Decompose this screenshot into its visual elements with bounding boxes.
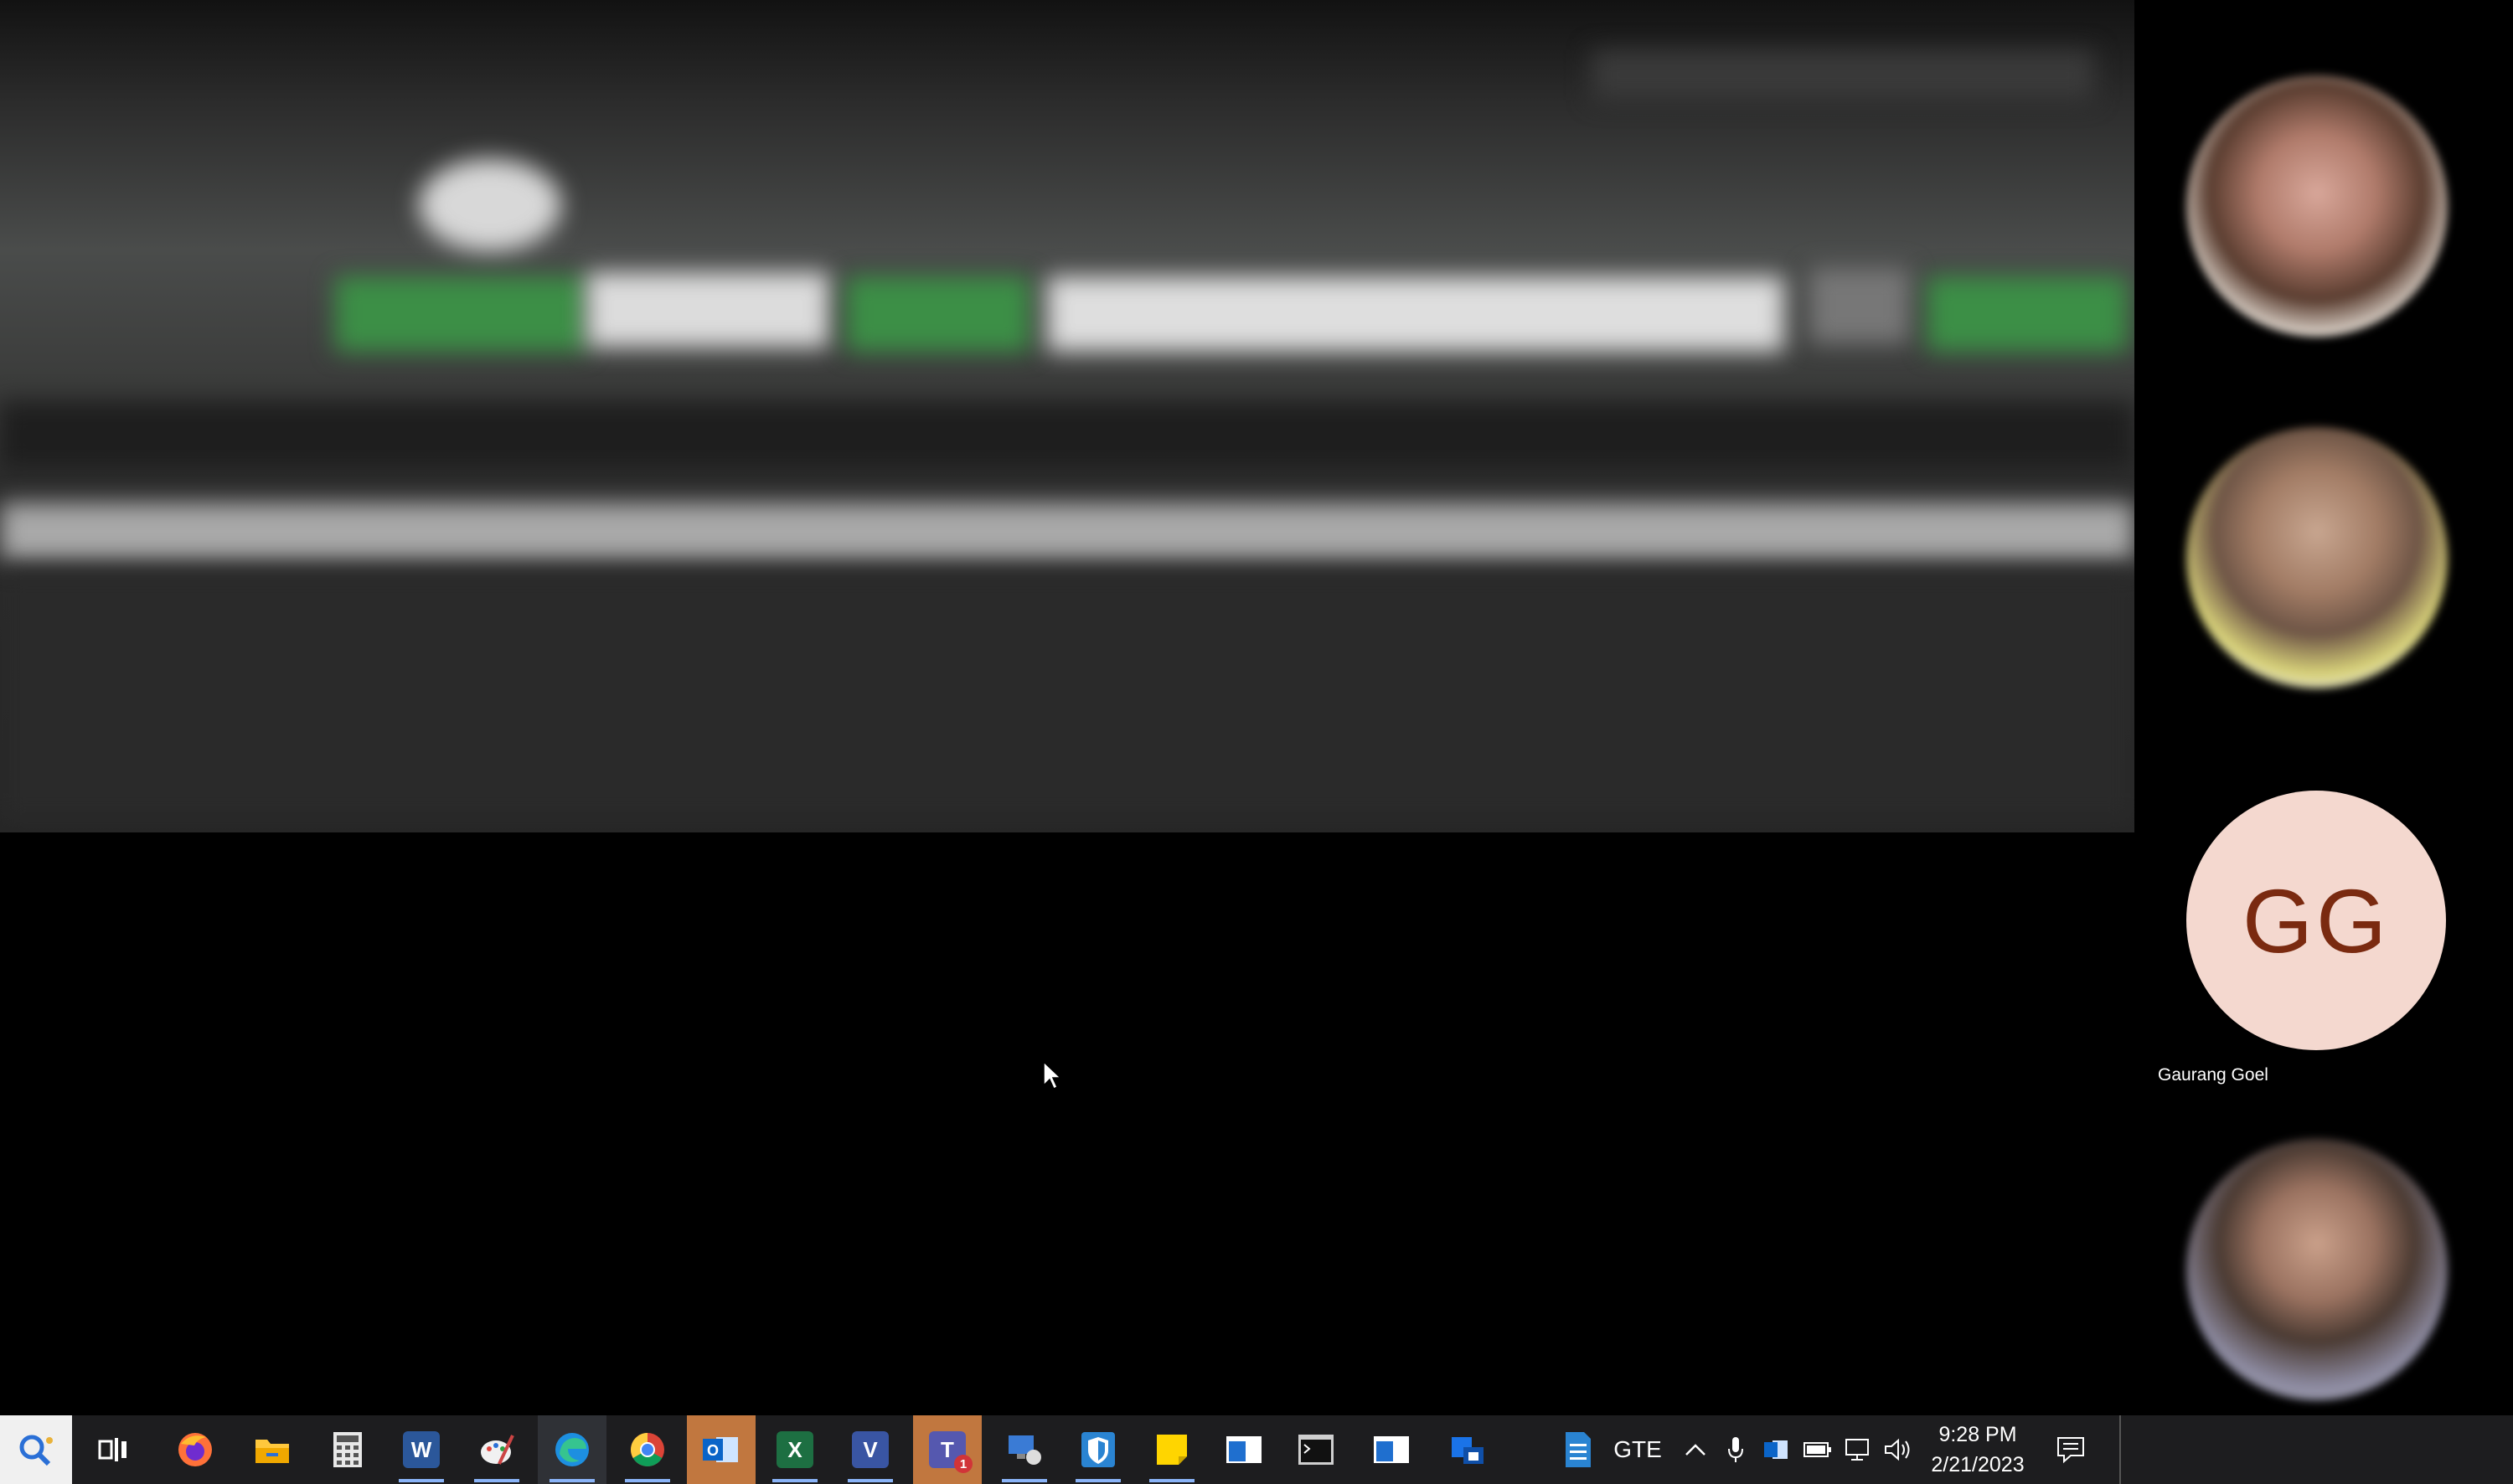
shield-icon bbox=[1081, 1432, 1115, 1467]
participant-tile[interactable] bbox=[2134, 410, 2513, 762]
participant-photo bbox=[2186, 427, 2448, 688]
mouse-cursor-icon bbox=[1043, 1060, 1062, 1090]
outlook-calendar-icon bbox=[1452, 1437, 1484, 1464]
taskbar-clock[interactable]: 9:28 PM 2/21/2023 bbox=[1923, 1415, 2032, 1484]
microphone-button[interactable] bbox=[1719, 1415, 1752, 1484]
outlook-button[interactable]: O bbox=[687, 1415, 756, 1484]
paint-button[interactable] bbox=[462, 1415, 531, 1484]
file-explorer-button[interactable] bbox=[238, 1415, 307, 1484]
clock-time: 9:28 PM bbox=[1938, 1423, 2017, 1446]
edge-icon bbox=[555, 1433, 589, 1466]
outlook-icon: O bbox=[703, 1437, 738, 1462]
teams-badge: 1 bbox=[954, 1455, 973, 1473]
outlook-calendar-button[interactable] bbox=[1434, 1415, 1503, 1484]
teams-button[interactable]: T 1 bbox=[913, 1415, 982, 1484]
excel-button[interactable]: X bbox=[761, 1415, 829, 1484]
folder-icon bbox=[255, 1440, 289, 1463]
microphone-icon bbox=[1728, 1437, 1743, 1462]
chrome-button[interactable] bbox=[613, 1415, 682, 1484]
remote-desktop-icon bbox=[1009, 1435, 1041, 1465]
show-desktop-button[interactable] bbox=[2119, 1415, 2124, 1484]
network-icon bbox=[1845, 1439, 1869, 1461]
document-icon bbox=[1566, 1432, 1591, 1467]
firefox-icon bbox=[178, 1433, 212, 1466]
calculator-icon bbox=[333, 1432, 362, 1467]
sticky-notes-button[interactable] bbox=[1138, 1415, 1206, 1484]
action-center-button[interactable] bbox=[2049, 1415, 2092, 1484]
paint-icon bbox=[481, 1435, 514, 1465]
excel-icon: X bbox=[777, 1431, 813, 1468]
teams-glyph: T bbox=[941, 1436, 954, 1462]
participant-photo bbox=[2186, 1139, 2448, 1400]
participant-tile[interactable] bbox=[2134, 59, 2513, 410]
word-button[interactable]: W bbox=[387, 1415, 456, 1484]
participant-name: Gaurang Goel bbox=[2158, 1065, 2268, 1085]
participant-photo bbox=[2186, 75, 2448, 337]
sticky-notes-icon bbox=[1157, 1435, 1187, 1465]
chrome-icon bbox=[631, 1433, 664, 1466]
word-icon: W bbox=[403, 1431, 440, 1468]
battery-button[interactable] bbox=[1799, 1415, 1836, 1484]
tray-outlook-button[interactable] bbox=[1759, 1415, 1793, 1484]
volume-icon bbox=[1885, 1438, 1910, 1461]
terminal-button[interactable] bbox=[1282, 1415, 1350, 1484]
window-icon bbox=[1226, 1436, 1262, 1463]
language-indicator[interactable]: GTE bbox=[1608, 1415, 1667, 1484]
terminal-icon bbox=[1298, 1435, 1334, 1465]
visio-button[interactable]: V bbox=[836, 1415, 905, 1484]
chevron-up-icon bbox=[1685, 1444, 1705, 1456]
edge-button[interactable] bbox=[538, 1415, 606, 1484]
task-view-icon bbox=[98, 1438, 126, 1461]
defender-button[interactable] bbox=[1064, 1415, 1133, 1484]
app-window-1-button[interactable] bbox=[1210, 1415, 1278, 1484]
taskbar: W O X V T 1 GTE bbox=[0, 1415, 2513, 1484]
notifications-icon bbox=[2057, 1437, 2084, 1464]
participant-avatar-initials: GG bbox=[2186, 791, 2446, 1050]
firefox-button[interactable] bbox=[161, 1415, 230, 1484]
participant-tile[interactable]: GG Gaurang Goel bbox=[2134, 770, 2513, 1122]
search-icon bbox=[19, 1435, 53, 1466]
clock-date: 2/21/2023 bbox=[1931, 1453, 2025, 1476]
network-button[interactable] bbox=[1840, 1415, 1876, 1484]
shared-screen bbox=[0, 0, 2134, 832]
task-view-button[interactable] bbox=[79, 1415, 147, 1484]
outlook-tray-icon bbox=[1764, 1440, 1788, 1459]
participant-strip: GG Gaurang Goel bbox=[2134, 0, 2513, 1415]
app-window-2-button[interactable] bbox=[1357, 1415, 1426, 1484]
tray-document-button[interactable] bbox=[1555, 1415, 1602, 1484]
teams-icon: T 1 bbox=[929, 1431, 973, 1473]
svg-text:O: O bbox=[707, 1442, 719, 1459]
visio-icon: V bbox=[852, 1431, 889, 1468]
window-icon bbox=[1374, 1436, 1409, 1463]
remote-desktop-button[interactable] bbox=[990, 1415, 1059, 1484]
battery-icon bbox=[1803, 1442, 1831, 1457]
volume-button[interactable] bbox=[1880, 1415, 1917, 1484]
calculator-button[interactable] bbox=[313, 1415, 382, 1484]
search-button[interactable] bbox=[0, 1415, 72, 1484]
show-hidden-icons-button[interactable] bbox=[1679, 1415, 1712, 1484]
